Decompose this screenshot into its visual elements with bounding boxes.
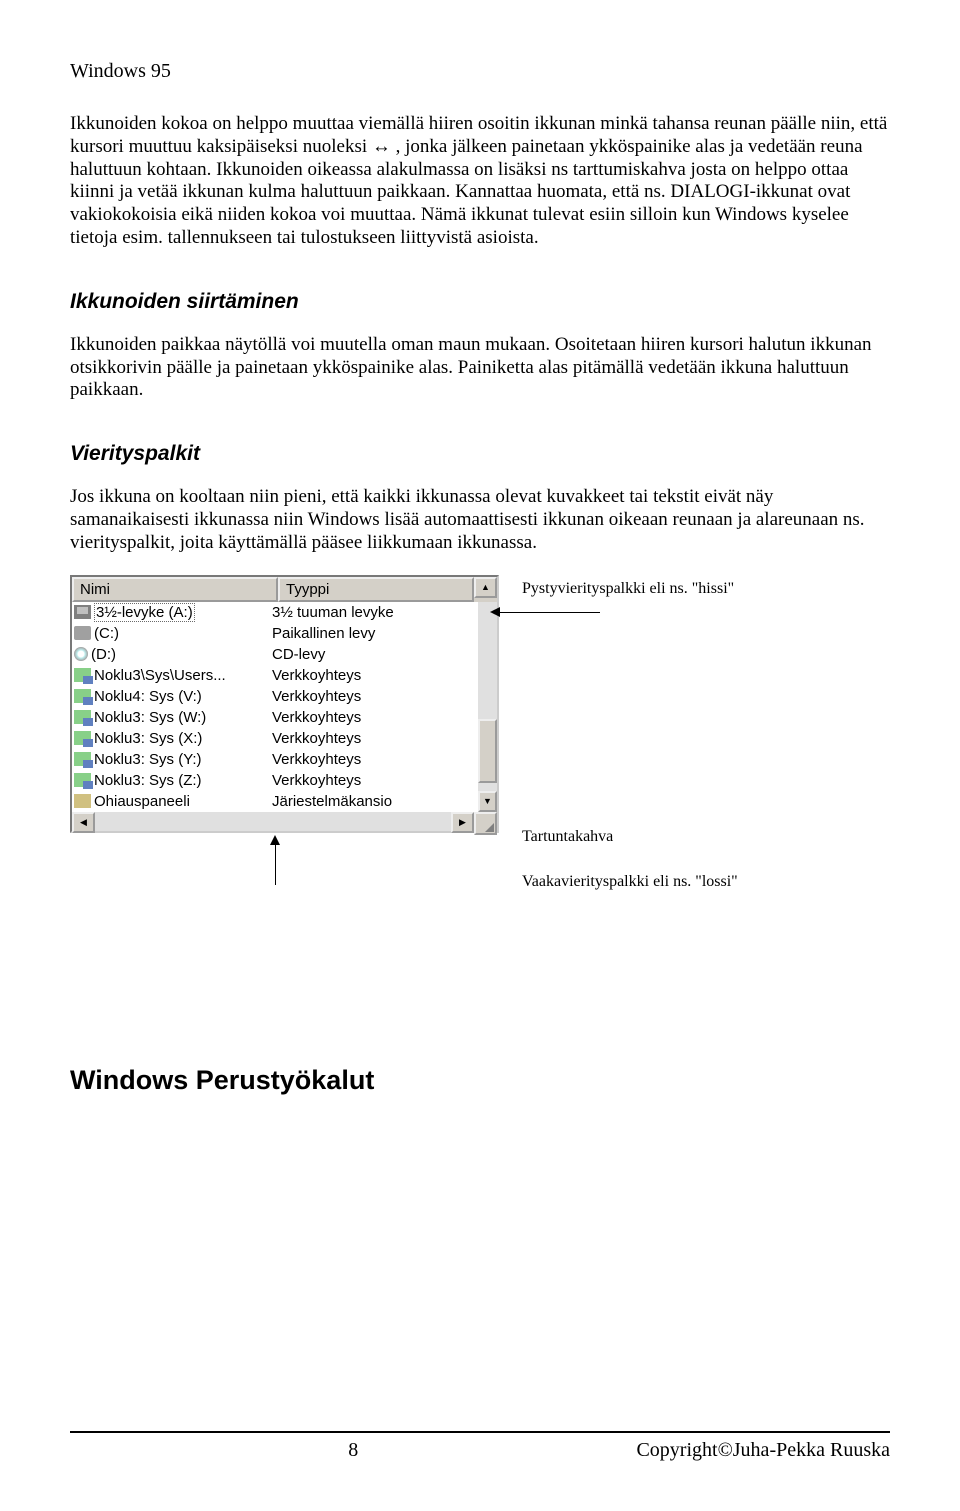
callout-line xyxy=(275,845,276,885)
callout-horizontal-scrollbar: Vaakavierityspalkki eli ns. "lossi" xyxy=(522,873,738,891)
callout-line xyxy=(500,612,600,613)
net-icon xyxy=(74,731,91,745)
screenshot-figure: Nimi Tyyppi ▲ 3½-levyke (A:) 3½ tuuman le… xyxy=(70,575,890,915)
net-icon xyxy=(74,668,91,682)
list-item-type: Verkkoyhteys xyxy=(272,730,444,747)
scrollbar-left-button[interactable]: ◀ xyxy=(72,812,95,833)
hdd-icon xyxy=(74,626,91,640)
copyright-text: Copyright©Juha-Pekka Ruuska xyxy=(636,1439,890,1462)
list-item-name-cell: 3½-levyke (A:) xyxy=(74,603,272,622)
list-item[interactable]: Noklu3: Sys (W:) Verkkoyhteys xyxy=(72,707,478,728)
list-item[interactable]: 3½-levyke (A:) 3½ tuuman levyke xyxy=(72,602,478,623)
heading-windows-tools: Windows Perustyökalut xyxy=(70,1065,890,1096)
cd-icon xyxy=(74,647,88,661)
list-item-type: Paikallinen levy xyxy=(272,625,444,642)
horizontal-scrollbar-track[interactable] xyxy=(95,812,451,831)
list-item-name: Noklu3: Sys (Y:) xyxy=(94,751,202,768)
scrollbar-down-button[interactable]: ▼ xyxy=(478,791,497,812)
list-item-name-cell: (D:) xyxy=(74,646,272,663)
net-icon xyxy=(74,752,91,766)
net-icon xyxy=(74,773,91,787)
panel-icon xyxy=(74,794,91,808)
list-item-type: CD-levy xyxy=(272,646,444,663)
heading-scrollbars: Vierityspalkit xyxy=(70,442,890,466)
scrollbar-right-button[interactable]: ▶ xyxy=(451,812,474,833)
list-item-name: (C:) xyxy=(94,625,119,642)
list-item[interactable]: Noklu3\Sys\Users... Verkkoyhteys xyxy=(72,665,478,686)
list-item-type: Verkkoyhteys xyxy=(272,709,444,726)
list-item-name-cell: Noklu3\Sys\Users... xyxy=(74,667,272,684)
list-item-name-cell: (C:) xyxy=(74,625,272,642)
list-item[interactable]: Noklu3: Sys (X:) Verkkoyhteys xyxy=(72,728,478,749)
page-footer: 8 Copyright©Juha-Pekka Ruuska xyxy=(70,1423,890,1462)
list-item-name: (D:) xyxy=(91,646,116,663)
list-item-type: Verkkoyhteys xyxy=(272,751,444,768)
floppy-icon xyxy=(74,605,91,619)
page-number: 8 xyxy=(348,1439,358,1462)
vertical-scrollbar-thumb[interactable] xyxy=(478,719,497,783)
arrow-icon xyxy=(270,835,280,845)
list-item-name: Noklu3: Sys (X:) xyxy=(94,730,202,747)
list-item-name: Ohiauspaneeli xyxy=(94,793,190,810)
list-item[interactable]: Noklu3: Sys (Z:) Verkkoyhteys xyxy=(72,770,478,791)
listview: Nimi Tyyppi ▲ 3½-levyke (A:) 3½ tuuman le… xyxy=(70,575,499,833)
vertical-scrollbar[interactable]: ▼ xyxy=(478,602,497,812)
list-item-name: Noklu3\Sys\Users... xyxy=(94,667,226,684)
net-icon xyxy=(74,710,91,724)
list-item-name-cell: Noklu3: Sys (Z:) xyxy=(74,772,272,789)
heading-move-windows: Ikkunoiden siirtäminen xyxy=(70,290,890,314)
list-item-name-cell: Noklu3: Sys (W:) xyxy=(74,709,272,726)
list-item-name-cell: Noklu3: Sys (Y:) xyxy=(74,751,272,768)
list-item-type: Järiestelmäkansio xyxy=(272,793,444,810)
callout-resize-grip: Tartuntakahva xyxy=(522,828,613,846)
paragraph-move: Ikkunoiden paikkaa näytöllä voi muutella… xyxy=(70,334,890,402)
list-item-name: Noklu4: Sys (V:) xyxy=(94,688,202,705)
list-item-name: 3½-levyke (A:) xyxy=(94,603,195,622)
list-item-type: Verkkoyhteys xyxy=(272,688,444,705)
paragraph-resize: Ikkunoiden kokoa on helppo muuttaa viemä… xyxy=(70,113,890,250)
list-item-name: Noklu3: Sys (W:) xyxy=(94,709,206,726)
footer-rule xyxy=(70,1431,890,1433)
scrollbar-up-button[interactable]: ▲ xyxy=(474,577,497,598)
list-item-name-cell: Noklu4: Sys (V:) xyxy=(74,688,272,705)
list-item[interactable]: Ohiauspaneeli Järiestelmäkansio xyxy=(72,791,478,812)
list-item-name-cell: Noklu3: Sys (X:) xyxy=(74,730,272,747)
callout-vertical-scrollbar: Pystyvierityspalkki eli ns. "hissi" xyxy=(522,580,734,598)
list-item-name-cell: Ohiauspaneeli xyxy=(74,793,272,810)
page-header: Windows 95 xyxy=(70,60,890,83)
list-item-name: Noklu3: Sys (Z:) xyxy=(94,772,202,789)
column-header-type[interactable]: Tyyppi xyxy=(278,577,474,602)
arrow-icon xyxy=(490,607,500,617)
listview-header-row: Nimi Tyyppi ▲ xyxy=(72,577,497,602)
resize-grip-icon[interactable] xyxy=(474,812,497,835)
list-item-type: 3½ tuuman levyke xyxy=(272,604,444,621)
column-header-name[interactable]: Nimi xyxy=(72,577,278,602)
list-item[interactable]: Noklu4: Sys (V:) Verkkoyhteys xyxy=(72,686,478,707)
list-item-type: Verkkoyhteys xyxy=(272,772,444,789)
horizontal-scrollbar[interactable]: ◀ ▶ xyxy=(72,812,497,831)
net-icon xyxy=(74,689,91,703)
list-item[interactable]: Noklu3: Sys (Y:) Verkkoyhteys xyxy=(72,749,478,770)
vertical-scrollbar-track[interactable] xyxy=(478,602,497,791)
list-item-type: Verkkoyhteys xyxy=(272,667,444,684)
list-item[interactable]: (D:) CD-levy xyxy=(72,644,478,665)
list-item[interactable]: (C:) Paikallinen levy xyxy=(72,623,478,644)
listview-body: 3½-levyke (A:) 3½ tuuman levyke (C:) Paikal… xyxy=(72,602,478,812)
paragraph-scrollbars: Jos ikkuna on kooltaan niin pieni, että … xyxy=(70,486,890,554)
